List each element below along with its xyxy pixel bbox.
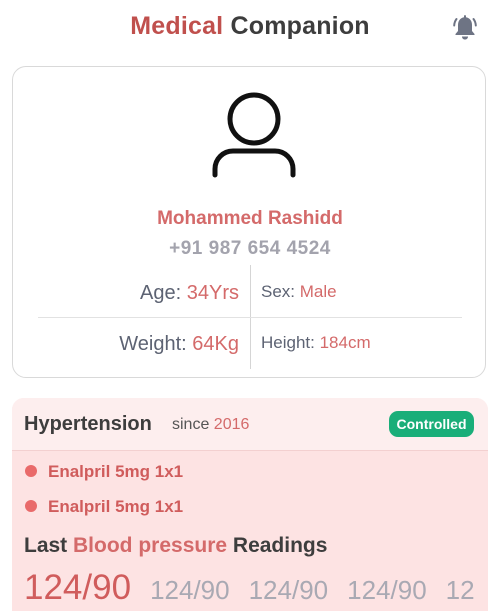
readings-title-suffix: Readings	[227, 534, 328, 557]
condition-name: Hypertension	[24, 413, 152, 435]
since-label: since	[172, 416, 214, 433]
weight-label: Weight:	[119, 333, 193, 355]
medication-item: Enalpril 5mg 1x1	[25, 497, 183, 517]
bullet-dot-icon	[25, 465, 37, 477]
user-icon	[212, 92, 296, 178]
weight-value: 64Kg	[192, 333, 239, 355]
app-title-rest: Companion	[230, 12, 370, 40]
patient-phone: +91 987 654 4524	[169, 238, 331, 259]
profile-card: Mohammed Rashidd +91 987 654 4524 Age: 3…	[12, 66, 486, 378]
readings-list[interactable]: 124/90 124/90 124/90 124/90 12	[24, 568, 488, 608]
age-label: Age:	[140, 282, 187, 304]
medication-label: Enalpril 5mg 1x1	[48, 497, 184, 516]
condition-header: Hypertension since 2016 Controlled	[12, 398, 488, 451]
reading-item-current: 124/90	[24, 568, 132, 607]
sex-stat: Sex: Male	[261, 282, 337, 302]
weight-stat: Weight: 64Kg	[25, 333, 239, 356]
height-value: 184cm	[319, 333, 371, 352]
sex-value: Male	[299, 282, 337, 301]
age-value: 34Yrs	[186, 282, 239, 304]
medication-item: Enalpril 5mg 1x1	[25, 462, 183, 482]
patient-name: Mohammed Rashidd	[157, 208, 343, 229]
stats-horizontal-divider	[38, 317, 462, 318]
readings-title: Last Blood pressure Readings	[24, 534, 327, 558]
condition-card[interactable]: Hypertension since 2016 Controlled Enalp…	[12, 398, 488, 611]
condition-since: since 2016	[172, 416, 249, 434]
bell-icon[interactable]	[450, 12, 480, 42]
height-stat: Height: 184cm	[261, 333, 371, 353]
reading-item: 124/90	[150, 575, 230, 605]
app-title-accent: Medical	[130, 12, 224, 40]
readings-title-prefix: Last	[24, 534, 74, 557]
app-header: Medical Companion	[0, 0, 500, 56]
medication-label: Enalpril 5mg 1x1	[48, 462, 184, 481]
since-year: 2016	[213, 416, 250, 433]
reading-item: 124/90	[248, 575, 329, 605]
app-title: Medical Companion	[0, 12, 500, 41]
age-stat: Age: 34Yrs	[25, 282, 239, 305]
reading-item: 124/90	[347, 575, 427, 605]
height-label: Height:	[261, 333, 320, 352]
sex-label: Sex:	[261, 282, 300, 301]
reading-item: 12	[445, 575, 475, 605]
status-badge: Controlled	[389, 411, 474, 437]
bullet-dot-icon	[25, 500, 37, 512]
readings-title-accent: Blood pressure	[73, 534, 228, 557]
